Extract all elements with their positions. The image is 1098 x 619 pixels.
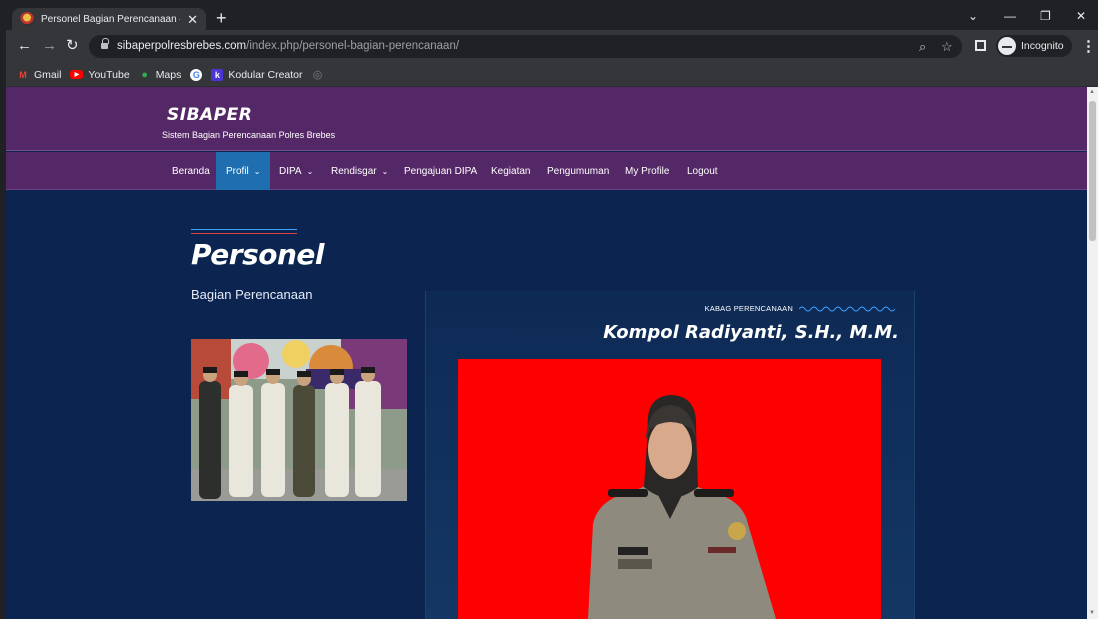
zoom-icon[interactable]: ⌕	[919, 39, 926, 55]
lock-icon[interactable]	[101, 38, 109, 50]
bookmarks-bar: M Gmail ▶ YouTube ● Maps G k Kodular Cre…	[6, 63, 1098, 87]
back-icon[interactable]: ←	[17, 38, 32, 54]
bookmark-extra[interactable]: ◎	[312, 69, 324, 81]
bookmark-google[interactable]: G	[190, 68, 203, 81]
wave-decoration-icon	[799, 306, 895, 311]
forward-icon[interactable]: →	[42, 38, 57, 54]
bookmark-star-icon[interactable]: ☆	[941, 39, 953, 55]
incognito-label: Incognito	[1021, 40, 1064, 52]
tab-title: Personel Bagian Perencanaan – S	[41, 13, 181, 25]
person-name: Kompol Radiyanti, S.H., M.M.	[603, 322, 899, 343]
page-viewport: SIBAPER Sistem Bagian Perencanaan Polres…	[6, 87, 1087, 619]
bookmark-maps[interactable]: ● Maps	[139, 68, 181, 81]
browser-toolbar: ← → ↻ sibaperpolresbrebes.com/index.php/…	[6, 30, 1098, 63]
chevron-down-icon: ⌄	[381, 166, 389, 176]
side-panel-icon[interactable]	[975, 40, 986, 51]
site-navigation: Beranda Profil ⌄ DIPA ⌄ Rendisgar ⌄ Pengaju…	[6, 152, 1087, 190]
kodular-icon: k	[211, 68, 224, 81]
nav-pengajuan-dipa[interactable]: Pengajuan DIPA	[404, 152, 477, 190]
page-scrollbar[interactable]: ▲ ▼	[1087, 87, 1098, 619]
gmail-icon: M	[19, 69, 27, 80]
nav-dipa[interactable]: DIPA ⌄	[279, 152, 313, 190]
person-portrait	[458, 359, 881, 619]
globe-icon: ◎	[312, 69, 323, 81]
browser-window: Personel Bagian Perencanaan – S ✕ + ⌄ — …	[6, 6, 1098, 619]
page-subtitle: Bagian Perencanaan	[191, 287, 313, 302]
scroll-up-icon[interactable]: ▲	[1089, 89, 1095, 95]
group-photo	[191, 339, 407, 501]
site-logo[interactable]: SIBAPER	[167, 105, 252, 125]
site-header: SIBAPER Sistem Bagian Perencanaan Polres…	[6, 87, 1087, 151]
scroll-down-icon[interactable]: ▼	[1089, 610, 1095, 616]
chevron-down-icon: ⌄	[253, 166, 261, 176]
scrollbar-thumb[interactable]	[1089, 101, 1096, 241]
maps-icon: ●	[141, 68, 149, 81]
nav-pengumuman[interactable]: Pengumuman	[547, 152, 609, 190]
tab-strip: Personel Bagian Perencanaan – S ✕ + ⌄ — …	[6, 6, 1098, 30]
google-icon: G	[190, 68, 203, 81]
close-window-icon[interactable]: ✕	[1076, 9, 1086, 23]
site-favicon-icon	[20, 12, 34, 26]
nav-logout[interactable]: Logout	[687, 152, 718, 190]
tab-search-icon[interactable]: ⌄	[968, 9, 978, 23]
new-tab-icon[interactable]: +	[216, 9, 227, 27]
nav-my-profile[interactable]: My Profile	[625, 152, 669, 190]
role-text: KABAG PERENCANAAN	[704, 304, 793, 313]
page-content: Personel Bagian Perencanaan KABAG PERENC…	[6, 191, 1087, 619]
restore-icon[interactable]: ❐	[1040, 9, 1051, 23]
nav-rendisgar[interactable]: Rendisgar ⌄	[331, 152, 388, 190]
url-text[interactable]: sibaperpolresbrebes.com/index.php/person…	[117, 40, 459, 52]
youtube-icon: ▶	[70, 70, 84, 79]
nav-profil[interactable]: Profil ⌄	[216, 152, 270, 190]
minimize-icon[interactable]: —	[1004, 9, 1016, 23]
incognito-icon	[998, 37, 1016, 55]
browser-tab[interactable]: Personel Bagian Perencanaan – S ✕	[12, 8, 206, 30]
chevron-down-icon: ⌄	[306, 166, 314, 176]
personnel-card: KABAG PERENCANAAN Kompol Radiyanti, S.H.…	[425, 291, 915, 619]
incognito-badge[interactable]: Incognito	[996, 35, 1072, 57]
bookmark-gmail[interactable]: M Gmail	[17, 69, 61, 81]
site-tagline: Sistem Bagian Perencanaan Polres Brebes	[162, 130, 336, 140]
address-bar[interactable]: sibaperpolresbrebes.com/index.php/person…	[89, 35, 962, 58]
page-title: Personel	[191, 238, 325, 271]
bookmark-youtube[interactable]: ▶ YouTube	[70, 69, 130, 81]
nav-kegiatan[interactable]: Kegiatan	[491, 152, 530, 190]
bookmark-kodular[interactable]: k Kodular Creator	[211, 68, 303, 81]
title-decoration	[191, 229, 297, 234]
reload-icon[interactable]: ↻	[66, 38, 79, 54]
role-label: KABAG PERENCANAAN	[705, 304, 895, 313]
nav-beranda[interactable]: Beranda	[172, 152, 210, 190]
browser-menu-icon[interactable]: ⋮	[1081, 37, 1096, 55]
close-tab-icon[interactable]: ✕	[187, 13, 198, 26]
